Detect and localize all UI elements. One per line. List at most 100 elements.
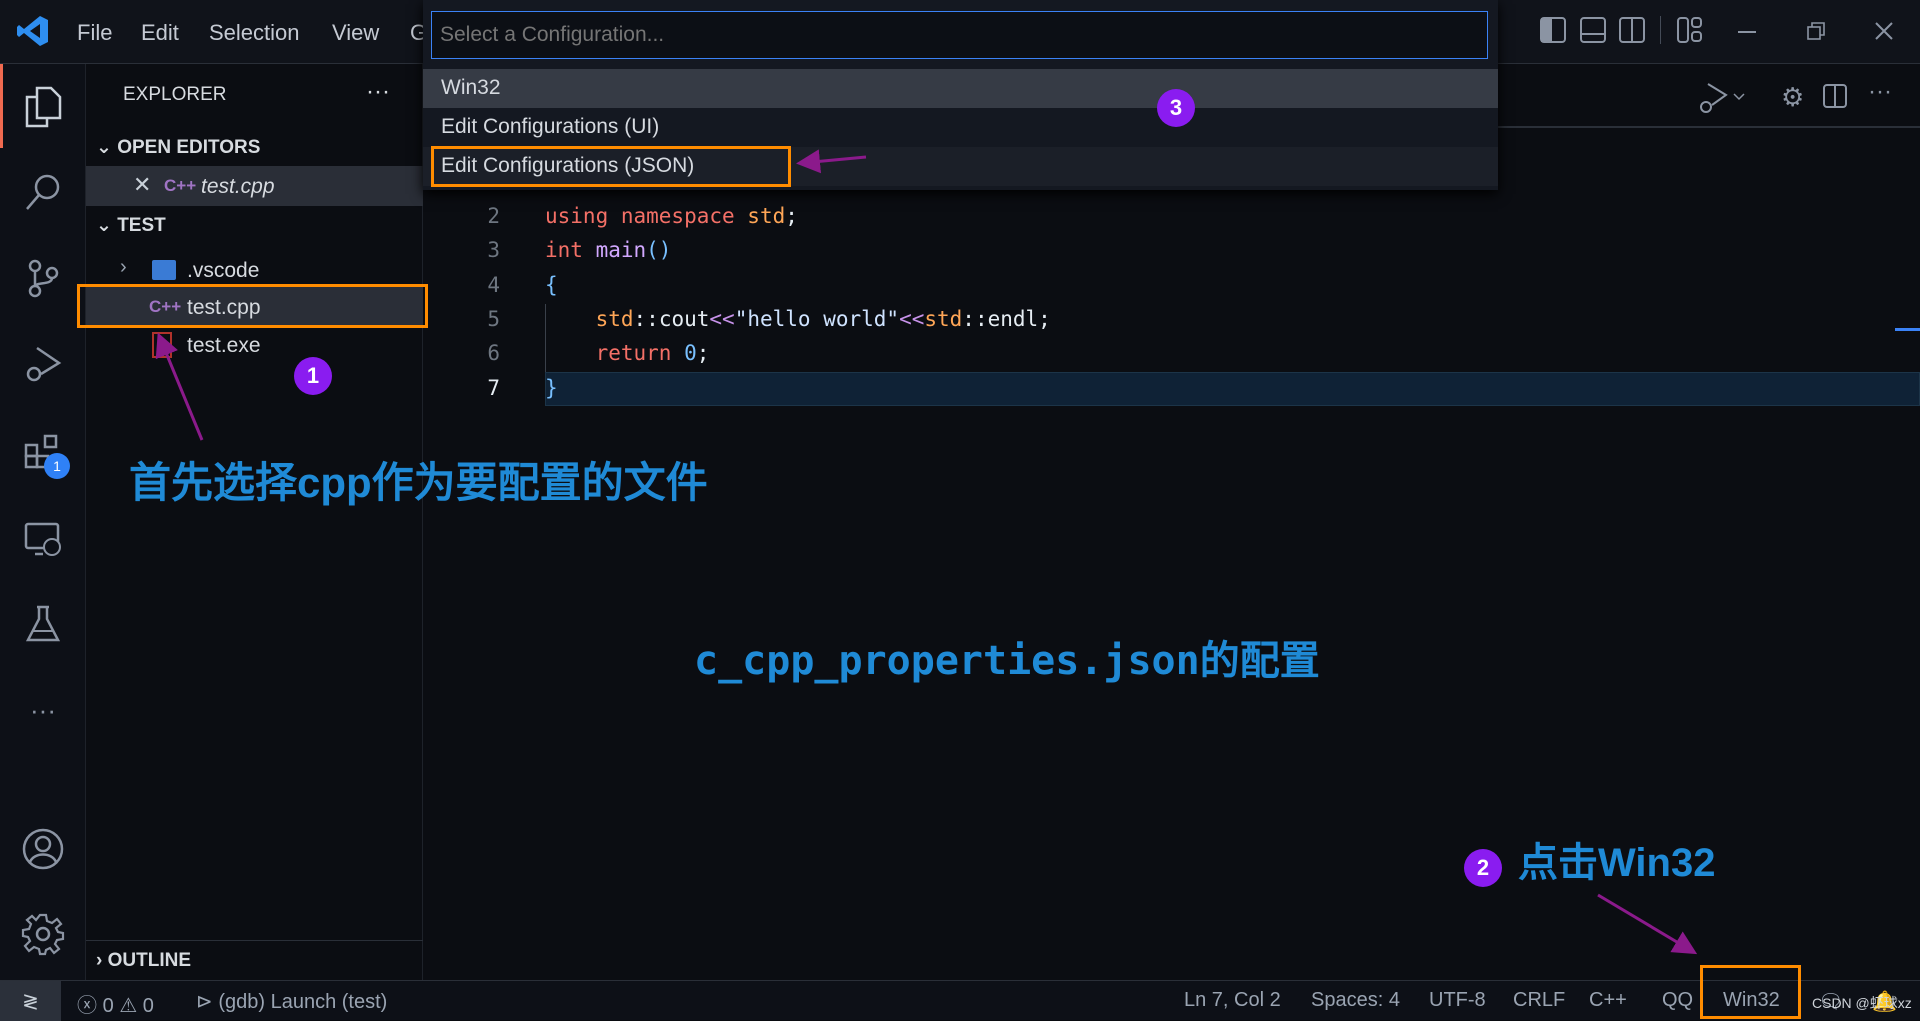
settings-gear-icon[interactable]: ⚙ [1781,82,1804,113]
code-line[interactable]: using namespace std; [545,204,798,228]
toggle-secondary-sidebar-icon[interactable] [1619,17,1645,43]
vscode-logo-icon [16,14,50,48]
code-line[interactable]: int main() [545,238,671,262]
error-count: 0 [102,995,114,1017]
step2-badge: 2 [1464,849,1502,887]
remote-indicator-icon[interactable]: ≷ [0,981,61,1021]
menu-view[interactable]: View [332,20,379,46]
code-token: :: [962,306,988,331]
code-token: "hello world" [734,306,900,331]
code-line[interactable]: std::cout<<"hello world"<<std::endl; [545,307,1051,331]
scrollbar-marker[interactable] [1895,328,1920,331]
code-token: << [709,306,735,331]
manage-gear-icon[interactable] [18,909,68,959]
language-mode[interactable]: C++ [1589,989,1627,1012]
code-token: << [899,306,925,331]
code-token: main [595,238,647,263]
configuration-search-input[interactable] [431,11,1488,59]
code-token: :: [633,306,659,331]
code-token: return [545,341,685,366]
customize-layout-icon[interactable] [1677,17,1703,43]
cpp-file-icon: C++ [164,176,197,195]
run-debug-dropdown-icon[interactable] [1696,80,1746,116]
menu-selection[interactable]: Selection [209,20,300,46]
split-editor-icon[interactable] [1823,84,1847,108]
code-token: using [545,204,621,228]
tree-item-test-exe[interactable]: test.exe [86,327,423,363]
divider [1660,16,1661,44]
explorer-icon[interactable] [18,82,68,132]
code-token: } [545,375,558,400]
watermark: CSDN @虾球xz [1812,995,1912,1011]
restore-icon[interactable] [1807,22,1825,40]
search-icon[interactable] [18,167,68,217]
step3-badge: 3 [1157,89,1195,127]
close-window-icon[interactable] [1875,22,1893,40]
active-indicator [0,64,3,148]
annotation-center-text: c_cpp_properties.json的配置 [694,638,1320,684]
chevron-right-icon: › [96,950,103,971]
configuration-quick-pick: Win32 Edit Configurations (UI) Edit Conf… [423,0,1498,190]
launch-label: (gdb) Launch (test) [218,991,388,1013]
menu-edit[interactable]: Edit [141,20,179,46]
explorer-sidebar: EXPLORER ··· ⌄ OPEN EDITORS ✕ C++ test.c… [86,64,423,980]
source-control-icon[interactable] [18,253,68,303]
extensions-badge: 1 [44,453,70,479]
code-line[interactable]: return 0; [545,341,710,366]
code-token: std [545,306,634,331]
tree-item-vscode[interactable]: › .vscode [86,252,423,288]
open-editor-item[interactable]: ✕ C++ test.cpp [86,166,423,206]
warning-count: 0 [142,995,154,1017]
outline-header[interactable]: › OUTLINE [96,950,191,972]
indentation[interactable]: Spaces: 4 [1311,989,1400,1012]
outline-label: OUTLINE [107,950,191,971]
tree-item-name: .vscode [187,259,260,282]
toggle-panel-icon[interactable] [1580,17,1606,43]
code-token: ; [1038,306,1051,331]
code-token: int [545,238,596,263]
open-editors-label: OPEN EDITORS [117,137,261,158]
code-token: 0 [684,341,697,366]
chevron-right-icon: › [120,256,127,278]
problems-indicator[interactable]: ⓧ 0 ⚠ 0 [77,989,154,1018]
highlight-edit-json [431,146,791,187]
highlight-win32-status [1700,965,1801,1019]
remote-explorer-icon[interactable] [18,514,68,564]
explorer-more-button[interactable]: ··· [366,78,390,106]
folder-label: TEST [117,215,166,236]
line-number: 6 [487,341,500,366]
close-editor-icon[interactable]: ✕ [133,172,151,198]
quick-pick-item-win32[interactable]: Win32 [423,69,1498,108]
highlight-test-cpp [77,284,428,328]
activity-bar: 1 ··· [0,64,86,980]
code-line[interactable]: } [545,376,558,400]
cursor-position[interactable]: Ln 7, Col 2 [1184,989,1281,1012]
quick-pick-item-edit-ui[interactable]: Edit Configurations (UI) [423,108,1498,147]
debug-launch-status[interactable]: ⊳ (gdb) Launch (test) [196,989,387,1014]
tree-item-name: test.exe [187,334,261,357]
editor-more-icon[interactable]: ··· [1868,78,1892,106]
line-ending[interactable]: CRLF [1513,989,1565,1012]
annotation-step2-text: 点击Win32 [1518,841,1716,885]
open-editors-header[interactable]: ⌄ OPEN EDITORS [96,136,260,159]
code-token: ; [696,341,710,366]
code-token: () [646,238,672,263]
chevron-down-icon: ⌄ [96,137,112,158]
encoding[interactable]: UTF-8 [1429,989,1486,1012]
current-line-highlight [545,372,1920,406]
testing-icon[interactable] [18,599,68,649]
line-number: 4 [487,272,500,297]
qq-status[interactable]: QQ [1662,989,1693,1012]
line-number: 2 [487,204,500,228]
run-debug-icon[interactable] [18,339,68,389]
more-icon[interactable]: ··· [18,685,68,735]
menu-file[interactable]: File [77,20,112,46]
minimize-icon[interactable] [1738,31,1756,33]
toggle-sidebar-icon[interactable] [1540,17,1566,43]
code-line[interactable]: { [545,273,558,297]
exe-file-icon [152,332,172,358]
code-token: namespace [620,204,748,228]
accounts-icon[interactable] [18,824,68,874]
folder-header-test[interactable]: ⌄ TEST [96,214,166,237]
annotation-step1-text: 首先选择cpp作为要配置的文件 [129,459,708,506]
